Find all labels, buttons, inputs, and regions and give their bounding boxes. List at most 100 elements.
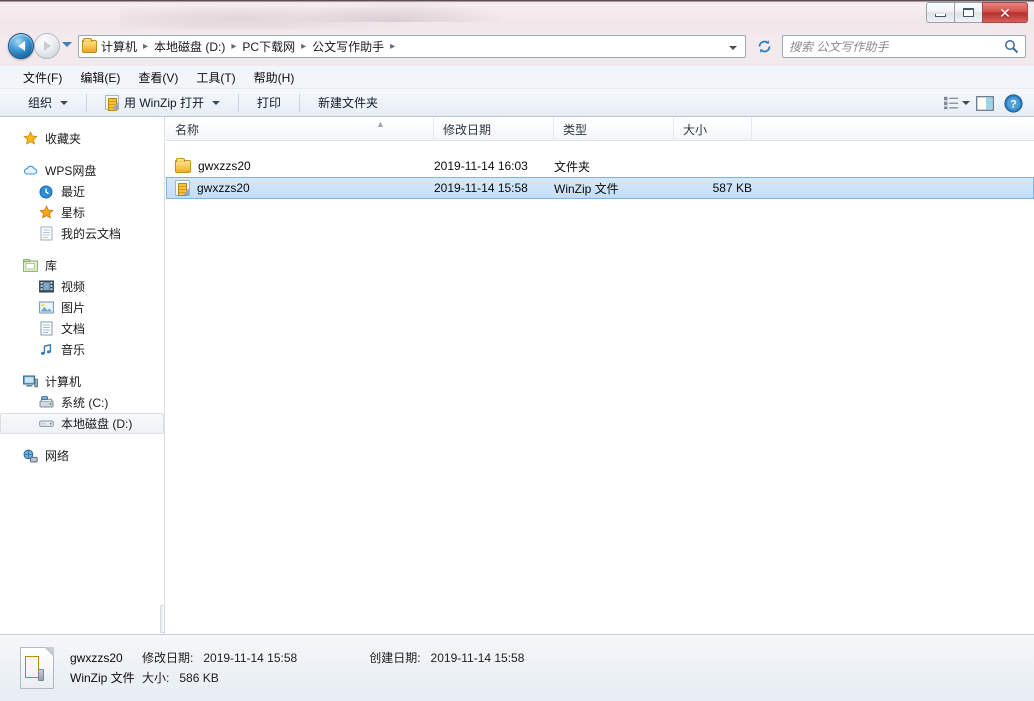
file-type-cell: 文件夹 [554,159,591,174]
navigation-row: 计算机 ▸ 本地磁盘 (D:) ▸ PC下载网 ▸ 公文写作助手 ▸ 搜索 公文… [0,33,1034,61]
sidebar-item-recent[interactable]: 最近 [0,181,164,202]
chevron-down-icon [212,100,221,105]
aero-blur-decoration [120,2,420,30]
sidebar-item-videos[interactable]: 视频 [0,276,164,297]
picture-icon [38,300,54,316]
sidebar-label: 图片 [61,301,86,315]
sidebar-item-starred[interactable]: 星标 [0,202,164,223]
sidebar-item-network[interactable]: 网络 [0,445,164,466]
breadcrumb-separator-1[interactable]: ▸ [226,41,241,52]
sidebar-item-music[interactable]: 音乐 [0,339,164,360]
open-with-winzip-button[interactable]: 用 WinZip 打开 [97,90,228,115]
change-view-button[interactable] [944,92,970,114]
close-button[interactable]: ✕ [982,2,1028,23]
breadcrumb-item-3[interactable]: 公文写作助手 [311,38,385,55]
library-icon [22,258,38,274]
maximize-icon [963,8,974,17]
folder-icon [175,157,191,173]
menu-tools[interactable]: 工具(T) [187,66,244,89]
nav-group-favorites: 收藏夹 [0,128,164,149]
refresh-icon [758,40,770,53]
preview-pane-button[interactable] [972,92,998,114]
sidebar-label: 系统 (C:) [61,396,109,410]
drive-icon [38,416,54,432]
column-header-size[interactable]: 大小 [674,117,752,141]
sort-ascending-icon: ▲ [376,119,385,129]
winzip-file-icon [175,180,190,196]
recent-pages-dropdown-icon[interactable] [62,42,72,47]
menu-view[interactable]: 查看(V) [129,66,187,89]
minimize-button[interactable] [926,2,955,23]
sidebar-item-favorites[interactable]: 收藏夹 [0,128,164,149]
print-button[interactable]: 打印 [249,90,289,115]
sidebar-item-pictures[interactable]: 图片 [0,297,164,318]
menu-help[interactable]: 帮助(H) [245,66,304,89]
new-folder-button[interactable]: 新建文件夹 [310,90,386,115]
nav-group-wps: WPS网盘 最近 星标 我的云文档 [0,160,164,244]
maximize-button[interactable] [954,2,983,23]
file-list-pane: 名称 ▲ 修改日期 类型 大小 gwxzzs20 2019-11-14 16:0… [166,117,1034,634]
details-row-1: gwxzzs20 修改日期: 2019-11-14 15:58 创建日期: 20… [70,649,534,669]
window-controls: ✕ [926,2,1028,24]
winzip-file-icon-large [14,647,56,691]
file-rows-container: gwxzzs20 2019-11-14 16:03 文件夹 gwxzzs20 2… [166,155,1034,199]
details-file-type: WinZip 文件 [70,671,135,685]
column-header-date[interactable]: 修改日期 [434,117,554,141]
file-date-cell: 2019-11-14 16:03 [434,159,528,173]
breadcrumb-item-1[interactable]: 本地磁盘 (D:) [153,38,226,55]
details-modified-value: 2019-11-14 15:58 [203,651,298,665]
search-icon [1005,40,1019,54]
file-type-cell: WinZip 文件 [554,181,619,196]
sidebar-item-my-cloud-docs[interactable]: 我的云文档 [0,223,164,244]
music-icon [38,342,54,358]
explorer-body: 收藏夹 WPS网盘 最近 星标 我的云文档 库 视频 图片 文档 音乐 计算机 … [0,117,1034,634]
breadcrumb-item-2[interactable]: PC下载网 [241,38,296,55]
sidebar-item-computer[interactable]: 计算机 [0,371,164,392]
sidebar-item-libraries[interactable]: 库 [0,255,164,276]
toolbar-separator-3 [299,93,301,112]
pane-splitter[interactable] [160,605,165,633]
search-box[interactable]: 搜索 公文写作助手 [782,35,1026,58]
sidebar-label: 最近 [61,185,86,199]
sidebar-item-documents[interactable]: 文档 [0,318,164,339]
table-row[interactable]: gwxzzs20 2019-11-14 15:58 WinZip 文件 587 … [166,177,1034,199]
breadcrumb-item-0[interactable]: 计算机 [100,38,138,55]
breadcrumb-separator-3[interactable]: ▸ [385,41,400,52]
file-name-label: gwxzzs20 [198,159,251,173]
sidebar-item-wps-cloud[interactable]: WPS网盘 [0,160,164,181]
navigation-pane[interactable]: 收藏夹 WPS网盘 最近 星标 我的云文档 库 视频 图片 文档 音乐 计算机 … [0,117,165,634]
command-toolbar: 组织 用 WinZip 打开 打印 新建文件夹 ? [0,89,1034,117]
search-input[interactable]: 搜索 公文写作助手 [789,38,1004,55]
toolbar-separator-1 [86,93,88,112]
menu-edit[interactable]: 编辑(E) [71,66,129,89]
forward-button[interactable] [34,33,60,59]
menu-file[interactable]: 文件(F) [14,66,71,89]
video-icon [38,279,54,295]
column-header-name[interactable]: 名称 [166,117,434,141]
address-dropdown-icon[interactable] [729,46,737,50]
sidebar-item-system-c[interactable]: 系统 (C:) [0,392,164,413]
table-row[interactable]: gwxzzs20 2019-11-14 16:03 文件夹 [166,155,1034,177]
star-icon [38,205,54,221]
help-button[interactable]: ? [1000,92,1026,114]
breadcrumb-separator-0[interactable]: ▸ [138,41,153,52]
cloud-icon [22,163,38,179]
back-arrow-icon [17,41,25,51]
column-header-type[interactable]: 类型 [554,117,674,141]
file-name-cell: gwxzzs20 [175,157,251,173]
sidebar-label: 我的云文档 [61,227,122,241]
toolbar-right-group: ? [944,89,1026,117]
sidebar-label: 星标 [61,206,86,220]
back-button[interactable] [8,33,34,59]
view-layout-icon [944,96,959,110]
details-size-label: 大小: [142,671,170,685]
organize-button[interactable]: 组织 [20,90,76,115]
sidebar-item-local-disk-d[interactable]: 本地磁盘 (D:) [0,413,164,434]
file-name-label: gwxzzs20 [197,181,250,195]
sidebar-label: 收藏夹 [45,132,82,146]
zipper-pull-shape [38,669,44,681]
svg-text:?: ? [1010,98,1017,110]
address-bar[interactable]: 计算机 ▸ 本地磁盘 (D:) ▸ PC下载网 ▸ 公文写作助手 ▸ [78,35,746,58]
refresh-button[interactable] [752,35,776,58]
breadcrumb-separator-2[interactable]: ▸ [296,41,311,52]
